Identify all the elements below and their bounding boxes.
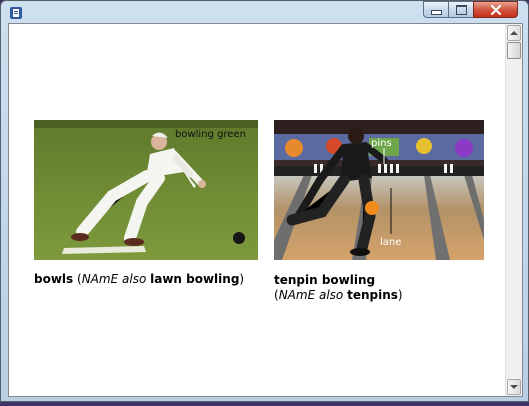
vertical-scrollbar[interactable] [505,24,522,396]
scroll-up-button[interactable] [507,25,521,41]
bowling-green-label: bowling green [175,129,246,140]
minimize-icon [430,10,442,15]
maximize-icon [455,4,467,15]
region-label: NAmE [278,288,316,302]
close-button[interactable] [473,1,518,18]
maximize-button[interactable] [448,1,474,18]
chevron-up-icon [510,31,518,35]
tenpin-alt-term: tenpins [347,288,398,302]
app-window: bowling green pins lane bowls (NAmE also… [0,0,529,402]
minimize-button[interactable] [423,1,449,18]
content-pane: bowling green pins lane bowls (NAmE also… [8,23,523,397]
chevron-down-icon [510,385,518,389]
desktop-background [0,402,529,406]
region-label: NAmE [81,272,119,286]
tenpin-caption: tenpin bowling (NAmE also tenpins) [274,273,403,302]
close-icon [490,4,501,15]
bowls-term: bowls [34,272,74,286]
tenpin-term: tenpin bowling [274,273,376,287]
pins-label: pins [371,138,392,149]
bowls-caption: bowls (NAmE also lawn bowling) [34,272,245,286]
bowls-image: bowling green [34,120,258,260]
tenpin-image: pins lane [274,120,484,260]
lane-label: lane [380,237,402,248]
scroll-down-button[interactable] [507,379,521,395]
app-icon[interactable] [9,5,23,19]
scroll-thumb[interactable] [507,42,521,59]
bowls-alt-term: lawn bowling [150,272,240,286]
